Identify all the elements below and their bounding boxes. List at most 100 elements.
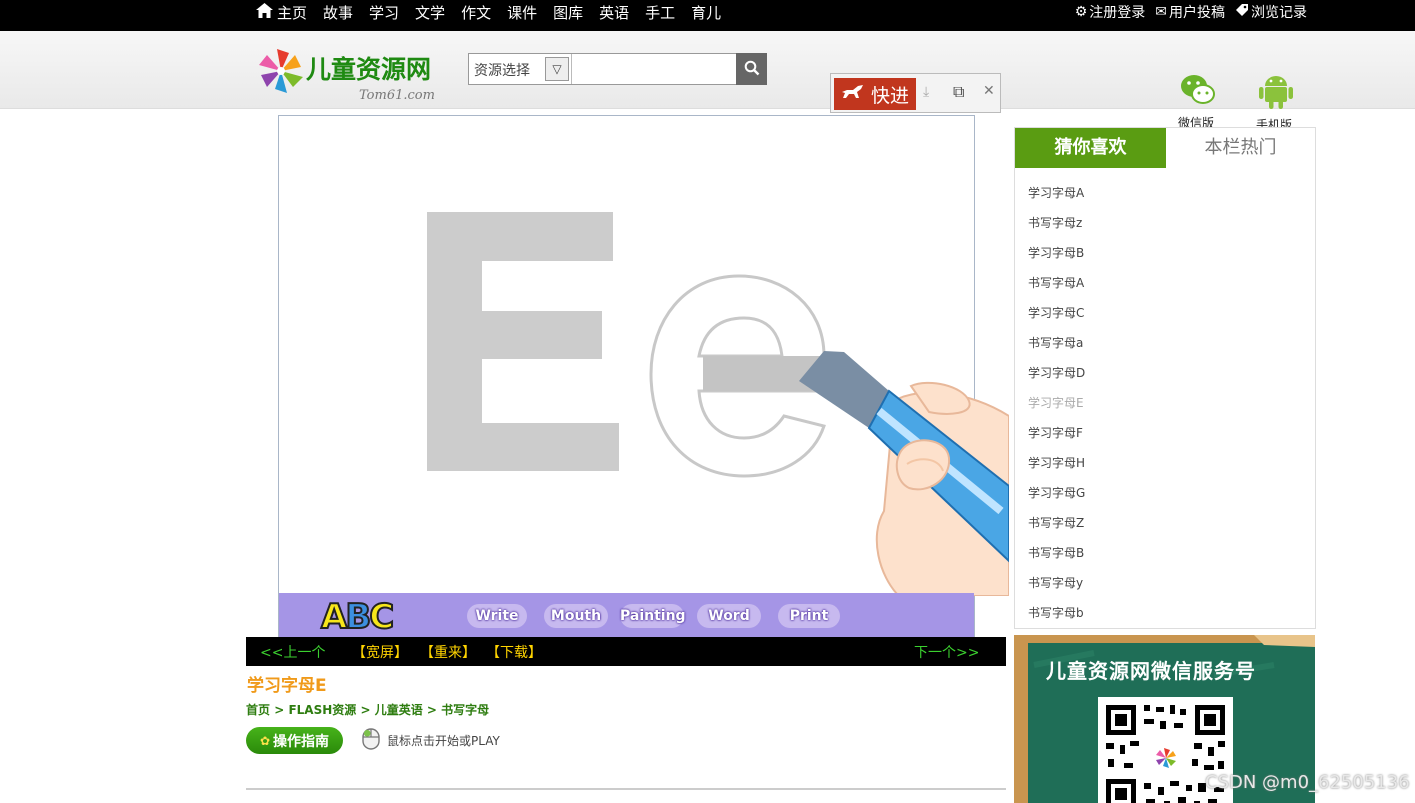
abc-letter: C: [368, 596, 395, 638]
top-nav-bar: 主页 故事 学习 文学 作文 课件 图库 英语 手工 育儿 ⚙ 注册登录 ✉ 用…: [0, 0, 1415, 31]
flower-icon: ✿: [259, 733, 271, 748]
tab-guess-you-like[interactable]: 猜你喜欢: [1015, 128, 1166, 168]
mouse-icon: [361, 727, 381, 755]
hand-with-crayon: [799, 351, 1009, 596]
tag-icon: [1235, 3, 1249, 21]
nav-item-english[interactable]: 英语: [599, 2, 629, 23]
nav-item-parenting[interactable]: 育儿: [691, 2, 721, 23]
register-login-link[interactable]: ⚙ 注册登录: [1075, 2, 1146, 22]
wechat-icon: [1181, 75, 1215, 104]
site-header: 儿童资源网 Tom61.com 资源选择 ▽ 微信版 手机版: [0, 31, 1415, 132]
nav-item-study[interactable]: 学习: [369, 2, 399, 23]
guide-button[interactable]: ✿ 操作指南: [246, 727, 343, 754]
breadcrumb-flash[interactable]: FLASH资源: [288, 703, 356, 717]
list-item[interactable]: 书写字母b: [1028, 598, 1085, 628]
register-login-label: 注册登录: [1089, 5, 1146, 21]
wechat-version-link[interactable]: 微信版: [1176, 72, 1220, 131]
browse-history-link[interactable]: 浏览记录: [1235, 2, 1307, 22]
prev-button[interactable]: <<上一个: [260, 642, 325, 662]
breadcrumb-separator: >: [270, 703, 289, 717]
search-box: 资源选择 ▽: [468, 53, 767, 85]
mobile-version-link[interactable]: 手机版: [1254, 72, 1298, 133]
mouth-button[interactable]: Mouth: [544, 604, 608, 628]
widescreen-button[interactable]: 【宽屏】: [352, 642, 408, 662]
nav-item-label: 主页: [277, 3, 308, 22]
nav-item-composition[interactable]: 作文: [461, 2, 491, 23]
list-item[interactable]: 学习字母H: [1028, 448, 1085, 478]
list-item[interactable]: 学习字母E: [1028, 388, 1085, 418]
site-logo[interactable]: 儿童资源网 Tom61.com: [256, 46, 446, 106]
list-item[interactable]: 书写字母z: [1028, 208, 1085, 238]
list-item[interactable]: 书写字母A: [1028, 268, 1085, 298]
list-item[interactable]: 学习字母G: [1028, 478, 1085, 508]
recommend-list: 学习字母A 书写字母z 学习字母B 书写字母A 学习字母C 书写字母a 学习字母…: [1028, 178, 1085, 628]
close-icon[interactable]: ✕: [983, 83, 995, 99]
home-icon: [256, 2, 273, 22]
flash-toolbar: ABC Write Mouth Painting Word Print: [279, 593, 974, 638]
quick-forward-bar: 快进 ⤓ ⧉ ✕: [830, 73, 1001, 113]
logo-subtitle: Tom61.com: [359, 88, 435, 103]
list-item[interactable]: 学习字母B: [1028, 238, 1085, 268]
download-icon[interactable]: ⤓: [923, 84, 929, 100]
popout-icon[interactable]: ⧉: [953, 82, 964, 102]
player-control-bar: <<上一个 【宽屏】 【重来】 【下载】 下一个>>: [246, 637, 1006, 666]
abc-logo: ABC: [320, 596, 395, 638]
nav-item-courseware[interactable]: 课件: [507, 2, 537, 23]
breadcrumb-home[interactable]: 首页: [246, 703, 270, 717]
word-button[interactable]: Word: [697, 604, 761, 628]
wechat-banner-title: 儿童资源网微信服务号: [1046, 659, 1256, 683]
breadcrumb-separator: >: [356, 703, 375, 717]
list-item[interactable]: 学习字母F: [1028, 418, 1085, 448]
resource-title: 学习字母E: [247, 676, 327, 696]
list-item[interactable]: 书写字母B: [1028, 538, 1085, 568]
search-icon: [744, 60, 759, 76]
print-button[interactable]: Print: [778, 604, 840, 628]
list-item[interactable]: 学习字母C: [1028, 298, 1085, 328]
flash-player[interactable]: ABC Write Mouth Painting Word Print: [278, 115, 1009, 638]
letter-upper-shape: [427, 212, 619, 471]
breadcrumb-english[interactable]: 儿童英语: [375, 703, 423, 717]
quick-forward-label: 快进: [870, 84, 909, 107]
divider: [246, 788, 1006, 790]
list-item[interactable]: 学习字母A: [1028, 178, 1085, 208]
restart-button[interactable]: 【重来】: [420, 642, 476, 662]
browse-history-label: 浏览记录: [1251, 5, 1307, 21]
gear-icon: ⚙: [1074, 4, 1088, 20]
nav-item-gallery[interactable]: 图库: [553, 2, 583, 23]
user-submit-label: 用户投稿: [1169, 5, 1225, 21]
search-button[interactable]: [736, 53, 767, 85]
abc-letter: B: [344, 596, 372, 638]
main-nav: 主页 故事 学习 文学 作文 课件 图库 英语 手工 育儿: [256, 0, 737, 24]
search-input[interactable]: [571, 54, 736, 84]
nav-item-handcraft[interactable]: 手工: [645, 2, 675, 23]
csdn-watermark: CSDN @m0_62505136: [1205, 772, 1410, 793]
list-item[interactable]: 书写字母a: [1028, 328, 1085, 358]
nav-item-stories[interactable]: 故事: [323, 2, 353, 23]
abc-letter: A: [320, 596, 348, 638]
quick-forward-button[interactable]: 快进: [834, 78, 916, 110]
logo-title: 儿童资源网: [306, 55, 432, 84]
list-item[interactable]: 书写字母y: [1028, 568, 1085, 598]
nav-item-home[interactable]: 主页: [256, 2, 307, 23]
breadcrumb: 首页 > FLASH资源 > 儿童英语 > 书写字母: [246, 701, 489, 718]
download-button[interactable]: 【下载】: [486, 642, 542, 662]
tab-column-hot[interactable]: 本栏热门: [1166, 128, 1315, 168]
nav-item-literature[interactable]: 文学: [415, 2, 445, 23]
top-user-links: ⚙ 注册登录 ✉ 用户投稿 浏览记录: [1065, 0, 1307, 24]
horse-icon: [841, 84, 865, 104]
next-button[interactable]: 下一个>>: [914, 642, 979, 662]
painting-button[interactable]: Painting: [620, 604, 686, 628]
guide-button-label: 操作指南: [273, 733, 330, 750]
android-icon: [1259, 76, 1293, 109]
pinwheel-logo-icon: [259, 49, 303, 93]
mail-icon: ✉: [1155, 4, 1167, 20]
write-button[interactable]: Write: [467, 604, 527, 628]
user-submit-link[interactable]: ✉ 用户投稿: [1155, 2, 1225, 22]
chevron-down-icon[interactable]: ▽: [545, 57, 569, 81]
list-item[interactable]: 书写字母Z: [1028, 508, 1085, 538]
breadcrumb-separator: >: [422, 703, 442, 717]
list-item[interactable]: 学习字母D: [1028, 358, 1085, 388]
play-hint: 鼠标点击开始或PLAY: [387, 734, 500, 748]
breadcrumb-writing[interactable]: 书写字母: [441, 703, 489, 717]
recommend-panel: 猜你喜欢 本栏热门 学习字母A 书写字母z 学习字母B 书写字母A 学习字母C …: [1014, 127, 1316, 629]
